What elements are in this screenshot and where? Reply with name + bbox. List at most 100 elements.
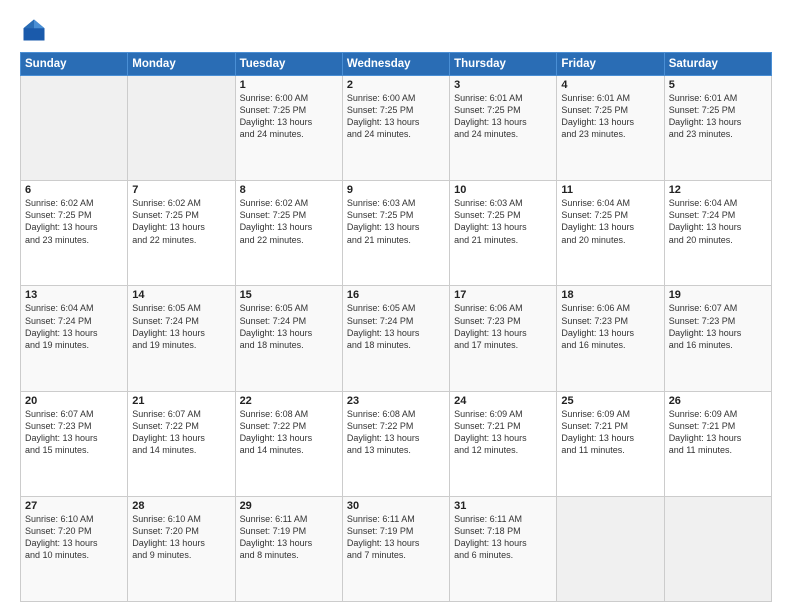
- day-number: 1: [240, 79, 338, 91]
- header: [20, 16, 772, 44]
- day-info: Sunrise: 6:05 AM Sunset: 7:24 PM Dayligh…: [132, 302, 230, 351]
- calendar-cell: [664, 496, 771, 601]
- calendar-week-row: 13Sunrise: 6:04 AM Sunset: 7:24 PM Dayli…: [21, 286, 772, 391]
- day-info: Sunrise: 6:02 AM Sunset: 7:25 PM Dayligh…: [25, 197, 123, 246]
- weekday-header: Friday: [557, 53, 664, 76]
- day-number: 5: [669, 79, 767, 91]
- day-info: Sunrise: 6:00 AM Sunset: 7:25 PM Dayligh…: [240, 92, 338, 141]
- day-info: Sunrise: 6:06 AM Sunset: 7:23 PM Dayligh…: [561, 302, 659, 351]
- day-number: 19: [669, 289, 767, 301]
- day-info: Sunrise: 6:05 AM Sunset: 7:24 PM Dayligh…: [347, 302, 445, 351]
- weekday-header: Saturday: [664, 53, 771, 76]
- day-number: 25: [561, 395, 659, 407]
- calendar-cell: 9Sunrise: 6:03 AM Sunset: 7:25 PM Daylig…: [342, 181, 449, 286]
- day-number: 3: [454, 79, 552, 91]
- calendar: SundayMondayTuesdayWednesdayThursdayFrid…: [20, 52, 772, 602]
- day-info: Sunrise: 6:10 AM Sunset: 7:20 PM Dayligh…: [25, 513, 123, 562]
- day-number: 12: [669, 184, 767, 196]
- day-number: 27: [25, 500, 123, 512]
- calendar-cell: [557, 496, 664, 601]
- day-number: 9: [347, 184, 445, 196]
- day-info: Sunrise: 6:09 AM Sunset: 7:21 PM Dayligh…: [454, 408, 552, 457]
- day-info: Sunrise: 6:01 AM Sunset: 7:25 PM Dayligh…: [454, 92, 552, 141]
- logo-icon: [20, 16, 48, 44]
- day-number: 11: [561, 184, 659, 196]
- page: SundayMondayTuesdayWednesdayThursdayFrid…: [0, 0, 792, 612]
- calendar-cell: 1Sunrise: 6:00 AM Sunset: 7:25 PM Daylig…: [235, 76, 342, 181]
- logo: [20, 16, 52, 44]
- day-info: Sunrise: 6:04 AM Sunset: 7:25 PM Dayligh…: [561, 197, 659, 246]
- calendar-cell: [21, 76, 128, 181]
- calendar-cell: 14Sunrise: 6:05 AM Sunset: 7:24 PM Dayli…: [128, 286, 235, 391]
- calendar-cell: 31Sunrise: 6:11 AM Sunset: 7:18 PM Dayli…: [450, 496, 557, 601]
- day-number: 6: [25, 184, 123, 196]
- day-number: 16: [347, 289, 445, 301]
- day-number: 4: [561, 79, 659, 91]
- calendar-cell: 17Sunrise: 6:06 AM Sunset: 7:23 PM Dayli…: [450, 286, 557, 391]
- calendar-cell: 18Sunrise: 6:06 AM Sunset: 7:23 PM Dayli…: [557, 286, 664, 391]
- calendar-cell: 19Sunrise: 6:07 AM Sunset: 7:23 PM Dayli…: [664, 286, 771, 391]
- calendar-week-row: 1Sunrise: 6:00 AM Sunset: 7:25 PM Daylig…: [21, 76, 772, 181]
- day-info: Sunrise: 6:07 AM Sunset: 7:23 PM Dayligh…: [25, 408, 123, 457]
- day-number: 15: [240, 289, 338, 301]
- day-number: 22: [240, 395, 338, 407]
- day-info: Sunrise: 6:00 AM Sunset: 7:25 PM Dayligh…: [347, 92, 445, 141]
- calendar-cell: 27Sunrise: 6:10 AM Sunset: 7:20 PM Dayli…: [21, 496, 128, 601]
- calendar-body: 1Sunrise: 6:00 AM Sunset: 7:25 PM Daylig…: [21, 76, 772, 602]
- day-number: 20: [25, 395, 123, 407]
- calendar-cell: 10Sunrise: 6:03 AM Sunset: 7:25 PM Dayli…: [450, 181, 557, 286]
- day-info: Sunrise: 6:06 AM Sunset: 7:23 PM Dayligh…: [454, 302, 552, 351]
- day-info: Sunrise: 6:01 AM Sunset: 7:25 PM Dayligh…: [561, 92, 659, 141]
- calendar-cell: 3Sunrise: 6:01 AM Sunset: 7:25 PM Daylig…: [450, 76, 557, 181]
- weekday-header: Tuesday: [235, 53, 342, 76]
- day-number: 26: [669, 395, 767, 407]
- calendar-cell: 24Sunrise: 6:09 AM Sunset: 7:21 PM Dayli…: [450, 391, 557, 496]
- calendar-cell: 7Sunrise: 6:02 AM Sunset: 7:25 PM Daylig…: [128, 181, 235, 286]
- calendar-cell: 25Sunrise: 6:09 AM Sunset: 7:21 PM Dayli…: [557, 391, 664, 496]
- calendar-cell: 12Sunrise: 6:04 AM Sunset: 7:24 PM Dayli…: [664, 181, 771, 286]
- day-number: 17: [454, 289, 552, 301]
- calendar-cell: [128, 76, 235, 181]
- day-info: Sunrise: 6:07 AM Sunset: 7:22 PM Dayligh…: [132, 408, 230, 457]
- calendar-cell: 2Sunrise: 6:00 AM Sunset: 7:25 PM Daylig…: [342, 76, 449, 181]
- calendar-cell: 20Sunrise: 6:07 AM Sunset: 7:23 PM Dayli…: [21, 391, 128, 496]
- calendar-cell: 23Sunrise: 6:08 AM Sunset: 7:22 PM Dayli…: [342, 391, 449, 496]
- calendar-cell: 22Sunrise: 6:08 AM Sunset: 7:22 PM Dayli…: [235, 391, 342, 496]
- day-info: Sunrise: 6:08 AM Sunset: 7:22 PM Dayligh…: [347, 408, 445, 457]
- day-info: Sunrise: 6:08 AM Sunset: 7:22 PM Dayligh…: [240, 408, 338, 457]
- day-number: 14: [132, 289, 230, 301]
- calendar-cell: 28Sunrise: 6:10 AM Sunset: 7:20 PM Dayli…: [128, 496, 235, 601]
- calendar-cell: 30Sunrise: 6:11 AM Sunset: 7:19 PM Dayli…: [342, 496, 449, 601]
- day-number: 7: [132, 184, 230, 196]
- calendar-week-row: 6Sunrise: 6:02 AM Sunset: 7:25 PM Daylig…: [21, 181, 772, 286]
- calendar-cell: 11Sunrise: 6:04 AM Sunset: 7:25 PM Dayli…: [557, 181, 664, 286]
- day-info: Sunrise: 6:10 AM Sunset: 7:20 PM Dayligh…: [132, 513, 230, 562]
- day-number: 30: [347, 500, 445, 512]
- calendar-week-row: 20Sunrise: 6:07 AM Sunset: 7:23 PM Dayli…: [21, 391, 772, 496]
- day-number: 21: [132, 395, 230, 407]
- day-info: Sunrise: 6:04 AM Sunset: 7:24 PM Dayligh…: [669, 197, 767, 246]
- day-number: 2: [347, 79, 445, 91]
- calendar-cell: 16Sunrise: 6:05 AM Sunset: 7:24 PM Dayli…: [342, 286, 449, 391]
- calendar-cell: 15Sunrise: 6:05 AM Sunset: 7:24 PM Dayli…: [235, 286, 342, 391]
- day-info: Sunrise: 6:02 AM Sunset: 7:25 PM Dayligh…: [132, 197, 230, 246]
- calendar-cell: 6Sunrise: 6:02 AM Sunset: 7:25 PM Daylig…: [21, 181, 128, 286]
- day-number: 23: [347, 395, 445, 407]
- calendar-header-row: SundayMondayTuesdayWednesdayThursdayFrid…: [21, 53, 772, 76]
- day-info: Sunrise: 6:11 AM Sunset: 7:19 PM Dayligh…: [240, 513, 338, 562]
- calendar-cell: 5Sunrise: 6:01 AM Sunset: 7:25 PM Daylig…: [664, 76, 771, 181]
- day-info: Sunrise: 6:11 AM Sunset: 7:19 PM Dayligh…: [347, 513, 445, 562]
- day-info: Sunrise: 6:01 AM Sunset: 7:25 PM Dayligh…: [669, 92, 767, 141]
- day-number: 13: [25, 289, 123, 301]
- day-number: 29: [240, 500, 338, 512]
- day-info: Sunrise: 6:09 AM Sunset: 7:21 PM Dayligh…: [669, 408, 767, 457]
- day-info: Sunrise: 6:11 AM Sunset: 7:18 PM Dayligh…: [454, 513, 552, 562]
- day-info: Sunrise: 6:09 AM Sunset: 7:21 PM Dayligh…: [561, 408, 659, 457]
- day-info: Sunrise: 6:03 AM Sunset: 7:25 PM Dayligh…: [347, 197, 445, 246]
- day-number: 10: [454, 184, 552, 196]
- calendar-cell: 13Sunrise: 6:04 AM Sunset: 7:24 PM Dayli…: [21, 286, 128, 391]
- day-info: Sunrise: 6:07 AM Sunset: 7:23 PM Dayligh…: [669, 302, 767, 351]
- calendar-cell: 4Sunrise: 6:01 AM Sunset: 7:25 PM Daylig…: [557, 76, 664, 181]
- day-number: 24: [454, 395, 552, 407]
- calendar-cell: 8Sunrise: 6:02 AM Sunset: 7:25 PM Daylig…: [235, 181, 342, 286]
